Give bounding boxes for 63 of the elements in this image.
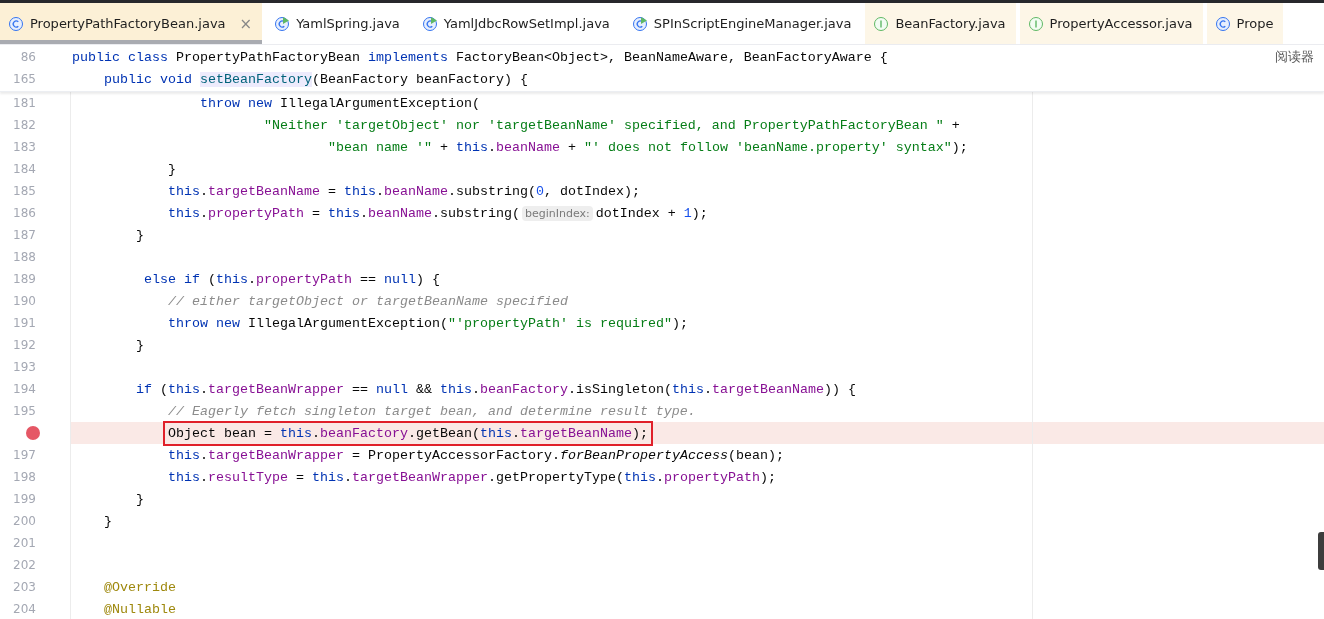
line-number: 200 (13, 514, 36, 528)
code-text: } (104, 513, 112, 529)
line-number: 197 (13, 448, 36, 462)
editor-tab[interactable]: PropertyAccessor.java (1019, 3, 1203, 44)
line-number: 184 (13, 162, 36, 176)
line-number: 187 (13, 228, 36, 242)
breakpoint-icon[interactable] (26, 426, 40, 440)
code-text: throw new IllegalArgumentException("'propertyPath' is required"); (168, 315, 688, 331)
code-text: public class PropertyPathFactoryBean implements FactoryBean<Object>, BeanNameAware, BeanFactoryAware { (72, 49, 888, 65)
interface-icon (1027, 15, 1044, 32)
line-number: 186 (13, 206, 36, 220)
editor-tab[interactable]: BeanFactory.java (865, 3, 1016, 44)
line-number: 165 (13, 72, 36, 86)
line-number: 188 (13, 250, 36, 264)
line-number: 199 (13, 492, 36, 506)
class-icon (8, 15, 24, 32)
editor-tab[interactable]: Prope (1206, 3, 1284, 44)
line-number: 185 (13, 184, 36, 198)
class-icon (1214, 15, 1231, 32)
code-text: dotIndex + 1); (595, 205, 708, 221)
line-number: 183 (13, 140, 36, 154)
line-number: 193 (13, 360, 36, 374)
line-number: 86 (20, 50, 36, 64)
line-number: 182 (13, 118, 36, 132)
code-text: this.propertyPath = this.beanName.substring( (168, 205, 520, 221)
code-text: @Override (104, 579, 176, 595)
line-number: 189 (13, 272, 36, 286)
code-text: @Nullable (104, 601, 176, 617)
line-number: 181 (13, 96, 36, 110)
code-text: } (168, 161, 176, 177)
code-text: "Neither 'targetObject' nor 'targetBeanName' specified, and PropertyPathFactoryBean " + (263, 117, 960, 133)
code-text: // either targetObject or targetBeanName specified (168, 293, 568, 309)
code-text: } (136, 491, 144, 507)
code-text: } (136, 227, 144, 243)
line-number: 192 (13, 338, 36, 352)
code-text: // Eagerly fetch singleton target bean, and determine result type. (168, 403, 696, 419)
line-number: 198 (13, 470, 36, 484)
code-text: if (this.targetBeanWrapper == null && this.beanFactory.isSingleton(this.targetBeanName)) { (136, 381, 856, 397)
line-number: 190 (13, 294, 36, 308)
code-text: public void setBeanFactory(BeanFactory beanFactory) { (104, 71, 528, 87)
runnable-class-icon (274, 15, 291, 32)
runnable-class-icon (421, 15, 438, 32)
reader-mode-label[interactable]: 阅读器 (1275, 49, 1314, 66)
code-text: throw new IllegalArgumentException( (200, 95, 480, 111)
line-number: 203 (13, 580, 36, 594)
inlay-hint: beginIndex: (521, 205, 593, 221)
code-text: this.targetBeanName = this.beanName.substring(0, dotIndex); (168, 183, 640, 199)
interface-icon (873, 15, 890, 32)
line-number: 191 (13, 316, 36, 330)
runnable-class-icon (631, 15, 648, 32)
code-text: "bean name '" + this.beanName + "' does not follow 'beanName.property' syntax"); (327, 139, 968, 155)
scrollbar-thumb[interactable] (1318, 532, 1324, 570)
code-text: Object bean = this.beanFactory.getBean(this.targetBeanName); (168, 425, 648, 441)
code-text: } (136, 337, 144, 353)
code-text: this.resultType = this.targetBeanWrapper.getPropertyType(this.propertyPath); (168, 469, 776, 485)
code-text: else if (this.propertyPath == null) { (144, 271, 440, 287)
line-number: 202 (13, 558, 36, 572)
line-number: 194 (13, 382, 36, 396)
code-text: this.targetBeanWrapper = PropertyAccessorFactory.forBeanPropertyAccess(bean); (168, 447, 784, 463)
editor-tab[interactable]: PropertyPathFactoryBean.java × (0, 3, 263, 44)
line-number: 204 (13, 602, 36, 616)
line-number: 195 (13, 404, 36, 418)
line-number: 201 (13, 536, 36, 550)
